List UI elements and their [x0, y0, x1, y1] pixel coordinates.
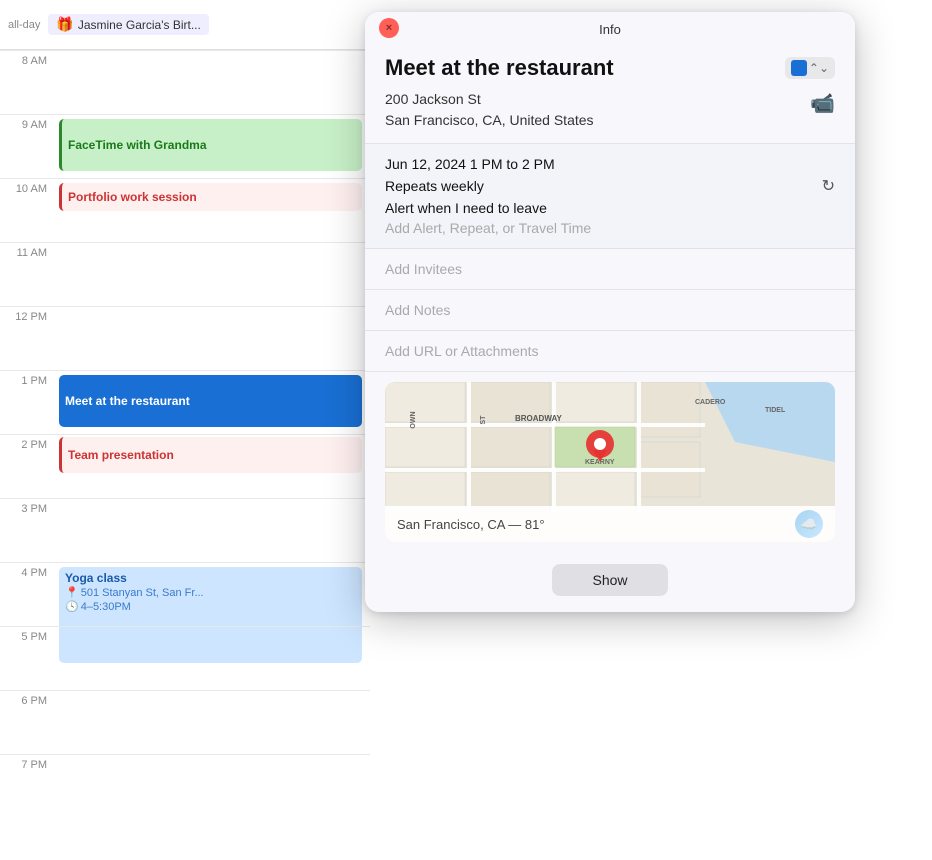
time-row-2pm: 2 PM Team presentation [0, 434, 370, 498]
location-icon: 📍 [65, 586, 79, 599]
time-label-11am: 11 AM [0, 243, 55, 259]
repeat-text: Repeats weekly [385, 178, 484, 194]
add-notes-section[interactable]: Add Notes [365, 290, 855, 331]
yoga-time: 🕓 4–5:30PM [65, 600, 356, 613]
time-row-11am: 11 AM [0, 242, 370, 306]
datetime-text: Jun 12, 2024 1 PM to 2 PM [385, 156, 835, 172]
time-content-7pm [55, 755, 370, 818]
time-content-3pm [55, 499, 370, 562]
close-button[interactable]: × [379, 18, 399, 38]
show-button-row: Show [365, 556, 855, 612]
yoga-title: Yoga class [65, 571, 356, 585]
time-label-6pm: 6 PM [0, 691, 55, 707]
video-camera-icon[interactable]: 📹 [810, 91, 835, 116]
repeat-icon: ↻ [822, 176, 835, 196]
time-label-10am: 10 AM [0, 179, 55, 195]
portfolio-event[interactable]: Portfolio work session [59, 183, 362, 211]
color-picker[interactable]: ⌃⌄ [785, 57, 835, 79]
time-content-6pm [55, 691, 370, 754]
svg-text:BROADWAY: BROADWAY [515, 414, 562, 423]
popup-title: Info [599, 22, 621, 37]
yoga-address: 📍 501 Stanyan St, San Fr... [65, 586, 356, 599]
meet-restaurant-event[interactable]: Meet at the restaurant [59, 375, 362, 427]
time-label-7pm: 7 PM [0, 755, 55, 771]
svg-text:ST: ST [480, 415, 487, 425]
info-popup: × Info Meet at the restaurant ⌃⌄ 200 Jac… [365, 12, 855, 612]
allday-event-title: Jasmine Garcia's Birt... [78, 18, 201, 32]
popup-header: × Info [365, 12, 855, 43]
svg-text:OWN: OWN [410, 411, 417, 428]
time-label-4pm: 4 PM [0, 563, 55, 579]
time-content-10am: Portfolio work session [55, 179, 370, 242]
weather-icon: ☁️ [795, 510, 823, 538]
add-url-section[interactable]: Add URL or Attachments [365, 331, 855, 372]
event-title: Meet at the restaurant [385, 55, 614, 81]
time-label-9am: 9 AM [0, 115, 55, 131]
svg-text:CADERO: CADERO [695, 399, 726, 406]
time-label-12pm: 12 PM [0, 307, 55, 323]
time-content-1pm: Meet at the restaurant [55, 371, 370, 434]
facetime-event[interactable]: FaceTime with Grandma [59, 119, 362, 171]
time-row-5pm: 5 PM [0, 626, 370, 690]
time-content-12pm [55, 307, 370, 370]
allday-event[interactable]: 🎁 Jasmine Garcia's Birt... [48, 14, 208, 35]
clock-icon: 🕓 [65, 600, 79, 613]
svg-text:TIDEL: TIDEL [765, 407, 786, 414]
time-row-9am: 9 AM FaceTime with Grandma [0, 114, 370, 178]
location-row: 200 Jackson St San Francisco, CA, United… [385, 89, 835, 131]
alert-text: Alert when I need to leave [385, 200, 835, 216]
time-label-8am: 8 AM [0, 51, 55, 67]
map-svg: OWN ST BROADWAY KEARNY CADERO TIDEL [385, 382, 835, 512]
time-label-2pm: 2 PM [0, 435, 55, 451]
add-invitees-section[interactable]: Add Invitees [365, 249, 855, 290]
time-content-2pm: Team presentation [55, 435, 370, 498]
time-label-1pm: 1 PM [0, 371, 55, 387]
time-content-9am: FaceTime with Grandma [55, 115, 370, 178]
time-row-10am: 10 AM Portfolio work session [0, 178, 370, 242]
add-url[interactable]: Add URL or Attachments [385, 343, 835, 359]
map-container[interactable]: OWN ST BROADWAY KEARNY CADERO TIDEL San … [385, 382, 835, 542]
color-swatch [791, 60, 807, 76]
repeat-row: Repeats weekly ↻ [385, 176, 835, 196]
add-alert-text[interactable]: Add Alert, Repeat, or Travel Time [385, 220, 835, 236]
team-presentation-event[interactable]: Team presentation [59, 437, 362, 473]
allday-label: all-day [0, 19, 48, 31]
location-text: 200 Jackson St San Francisco, CA, United… [385, 89, 594, 131]
gift-icon: 🎁 [56, 16, 73, 33]
map-location-text: San Francisco, CA — 81° [397, 517, 545, 532]
popup-body: Meet at the restaurant ⌃⌄ 200 Jackson St… [365, 43, 855, 612]
add-notes[interactable]: Add Notes [385, 302, 835, 318]
time-content-8am [55, 51, 370, 114]
time-row-1pm: 1 PM Meet at the restaurant [0, 370, 370, 434]
address-line2: San Francisco, CA, United States [385, 110, 594, 131]
time-row-3pm: 3 PM [0, 498, 370, 562]
show-button[interactable]: Show [552, 564, 667, 596]
datetime-section: Jun 12, 2024 1 PM to 2 PM Repeats weekly… [365, 144, 855, 249]
time-row-4pm: 4 PM Yoga class 📍 501 Stanyan St, San Fr… [0, 562, 370, 626]
time-label-3pm: 3 PM [0, 499, 55, 515]
address-line1: 200 Jackson St [385, 89, 594, 110]
time-label-5pm: 5 PM [0, 627, 55, 643]
title-location-section: Meet at the restaurant ⌃⌄ 200 Jackson St… [365, 43, 855, 144]
time-row-8am: 8 AM [0, 50, 370, 114]
time-content-5pm [55, 627, 370, 690]
time-row-6pm: 6 PM [0, 690, 370, 754]
allday-row: all-day 🎁 Jasmine Garcia's Birt... [0, 0, 370, 50]
add-invitees[interactable]: Add Invitees [385, 261, 835, 277]
time-content-4pm: Yoga class 📍 501 Stanyan St, San Fr... 🕓… [55, 563, 370, 626]
map-section: OWN ST BROADWAY KEARNY CADERO TIDEL San … [365, 372, 855, 556]
time-content-11am [55, 243, 370, 306]
time-grid: 8 AM 9 AM FaceTime with Grandma 10 AM Po… [0, 50, 370, 860]
map-bottom-bar: San Francisco, CA — 81° ☁️ [385, 506, 835, 542]
time-row-7pm: 7 PM [0, 754, 370, 818]
chevron-updown-icon: ⌃⌄ [809, 61, 829, 75]
time-row-12pm: 12 PM [0, 306, 370, 370]
event-title-row: Meet at the restaurant ⌃⌄ [385, 55, 835, 81]
